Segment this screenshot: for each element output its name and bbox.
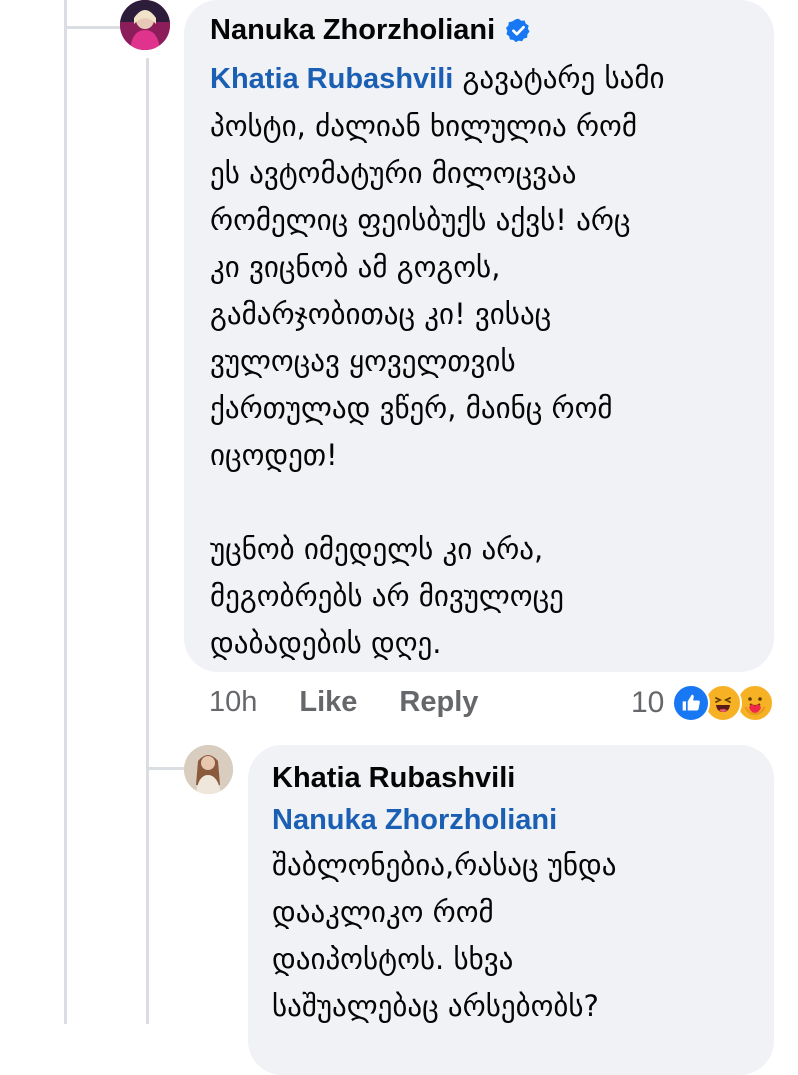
thread-connector-reply (148, 767, 184, 770)
comment-text: გამარჯობითაც კი! ვისაც (210, 297, 552, 331)
like-reaction-icon (672, 684, 711, 722)
verified-badge-icon (505, 17, 532, 44)
reply-text: დააკლიკო რომ (272, 895, 494, 929)
reply-avatar-image (184, 745, 233, 794)
reaction-summary[interactable]: 10 (631, 684, 775, 722)
reply-body: Nanuka Zhorzholiani შაბლონებია,რასაც უნდ… (272, 800, 616, 1030)
care-reaction-icon (736, 684, 775, 722)
comment-line-1: Khatia Rubashvili გავატარე სამი (210, 55, 760, 103)
avatar[interactable] (120, 0, 170, 50)
comment-author[interactable]: Nanuka Zhorzholiani (210, 14, 532, 47)
comment-text: რომელიც ფეისბუქს აქვს! არც (210, 203, 631, 237)
mention-link[interactable]: Khatia Rubashvili (210, 63, 453, 95)
reply-avatar[interactable] (184, 745, 233, 794)
comment-text: ქართულად ვწერ, მაინც რომ (210, 391, 613, 425)
reply-text: საშუალებაც არსებობს? (272, 989, 599, 1023)
comment-text: კი ვიცნობ ამ გოგოს, (210, 250, 501, 284)
thread-line-replies (146, 58, 149, 1024)
comment-text: მეგობრებს არ მივულოცე (210, 579, 564, 613)
reply-button[interactable]: Reply (399, 686, 478, 719)
thread-connector-main (66, 26, 120, 29)
comment-body: Khatia Rubashvili გავატარე სამი პოსტი, ძ… (210, 55, 760, 667)
reply-mention-link[interactable]: Nanuka Zhorzholiani (272, 800, 616, 840)
reply-text: შაბლონებია,რასაც უნდა (272, 848, 617, 882)
thread-line-top (64, 0, 67, 1024)
reaction-count: 10 (631, 686, 665, 719)
comment-text: ეს ავტომატური მილოცვაა (210, 156, 577, 190)
reply-author-name[interactable]: Khatia Rubashvili (272, 762, 515, 795)
comment-text: დაბადების დღე. (210, 626, 442, 660)
comment-text: პოსტი, ძალიან ხილულია რომ (210, 109, 637, 143)
haha-reaction-icon (704, 684, 743, 722)
comment-bubble: Nanuka Zhorzholiani Khatia Rubashvili გა… (184, 0, 774, 672)
comment-text: იცოდეთ! (210, 438, 338, 472)
like-button[interactable]: Like (299, 686, 357, 719)
comment-text: ვულოცავ ყოველთვის (210, 344, 516, 378)
reply-bubble: Khatia Rubashvili Nanuka Zhorzholiani შა… (248, 745, 774, 1075)
comment-timestamp[interactable]: 10h (209, 686, 257, 719)
reply-author[interactable]: Khatia Rubashvili (272, 762, 515, 795)
comment-text: უცნობ იმედელს კი არა, (210, 532, 544, 566)
comment-text: გავატარე სამი (462, 61, 665, 95)
avatar-image (120, 0, 170, 50)
comment-author-name[interactable]: Nanuka Zhorzholiani (210, 14, 495, 47)
reply-text: დაიპოსტოს. სხვა (272, 942, 514, 976)
comment-actions: 10h Like Reply (209, 686, 478, 719)
